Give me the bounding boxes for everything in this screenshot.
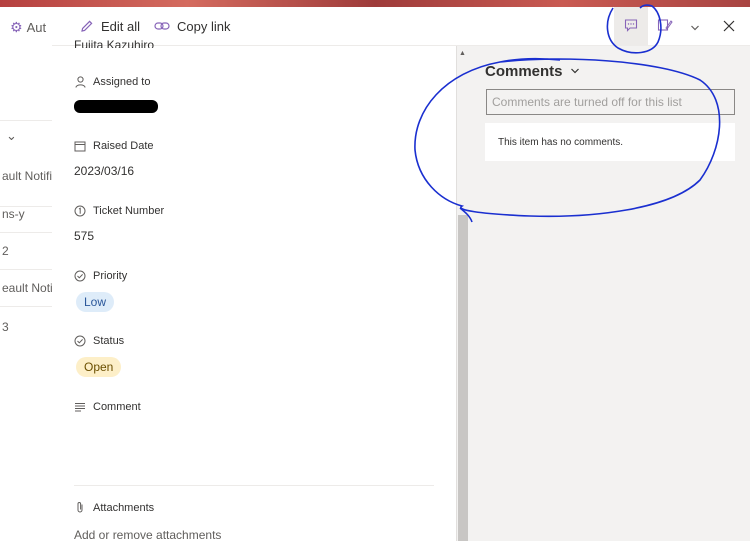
copy-link-button[interactable]: Copy link <box>154 18 231 34</box>
comment-input[interactable] <box>486 89 735 115</box>
paperclip-icon <box>74 501 86 514</box>
field-label-assigned-to: Assigned to <box>93 76 151 88</box>
scroll-up-icon[interactable]: ▲ <box>459 50 466 57</box>
field-label-attachments: Attachments <box>93 501 155 514</box>
field-label-priority: Priority <box>93 270 128 282</box>
automate-icon: ⚙ <box>10 18 23 35</box>
automate-label: Aut <box>26 19 47 35</box>
field-value-name: Fujita Kazuhiro <box>74 38 155 48</box>
command-bar: Edit all Copy link <box>52 7 750 46</box>
sign-icon <box>657 18 673 35</box>
field-attachments: Attachments Add or remove attachments <box>74 501 221 541</box>
edit-all-button[interactable]: Edit all <box>80 19 140 34</box>
field-label-ticket-number: Ticket Number <box>93 205 165 217</box>
field-value-ticket-number: 575 <box>74 229 95 243</box>
background-list <box>0 7 52 541</box>
field-assigned-to[interactable]: Assigned to <box>74 76 158 113</box>
link-icon <box>154 20 170 32</box>
scrollbar-thumb[interactable] <box>458 215 468 541</box>
copy-link-label: Copy link <box>177 18 231 34</box>
comments-toggle-button[interactable] <box>614 7 648 46</box>
background-toolbar: ⚙ Aut <box>0 7 52 47</box>
comment-icon <box>624 18 638 35</box>
comments-pane: Comments This item has no comments. <box>470 46 750 541</box>
chevron-down-icon <box>690 19 700 35</box>
approvals-button[interactable] <box>648 7 682 46</box>
comments-title: Comments <box>485 63 563 80</box>
command-bar-right <box>614 7 750 46</box>
calendar-icon <box>74 140 86 152</box>
chevron-down-icon <box>570 66 580 78</box>
add-attachments-link[interactable]: Add or remove attachments <box>74 528 221 541</box>
choice-icon <box>74 335 86 347</box>
multiline-text-icon <box>74 402 86 413</box>
section-divider <box>74 485 434 486</box>
close-icon <box>723 19 735 35</box>
redacted-value <box>74 100 158 113</box>
edit-all-label: Edit all <box>101 18 141 34</box>
choice-icon <box>74 270 86 282</box>
more-options-button[interactable] <box>682 7 708 46</box>
field-label-raised-date: Raised Date <box>93 140 154 152</box>
list-item: ns-y <box>0 207 52 233</box>
person-icon <box>74 76 86 88</box>
page-banner <box>0 0 750 7</box>
field-comment[interactable]: Comment <box>74 401 141 413</box>
no-comments-message: This item has no comments. <box>485 123 735 161</box>
field-label-status: Status <box>93 335 125 347</box>
field-priority[interactable]: Priority Low <box>74 270 127 312</box>
field-status[interactable]: Status Open <box>74 335 124 377</box>
list-item: eault Notif <box>0 281 52 307</box>
number-icon <box>74 205 86 217</box>
list-item: ault Notifi <box>0 170 52 207</box>
field-label-comment: Comment <box>93 401 141 413</box>
pencil-icon <box>80 19 94 33</box>
field-raised-date[interactable]: Raised Date 2023/03/16 <box>74 140 154 178</box>
list-item: 2 <box>0 244 52 270</box>
background-divider <box>0 120 52 121</box>
close-button[interactable] <box>708 7 750 46</box>
comments-header[interactable]: Comments <box>485 63 580 80</box>
item-detail-panel: Fujita Kazuhiro Assigned to Raised Date … <box>52 38 456 541</box>
priority-badge: Low <box>76 292 115 312</box>
field-value-raised-date: 2023/03/16 <box>74 164 135 178</box>
status-badge: Open <box>76 357 122 377</box>
list-item: 3 <box>2 320 9 334</box>
field-ticket-number[interactable]: Ticket Number 575 <box>74 205 164 243</box>
chevron-down-icon: ⌄ <box>6 128 17 143</box>
